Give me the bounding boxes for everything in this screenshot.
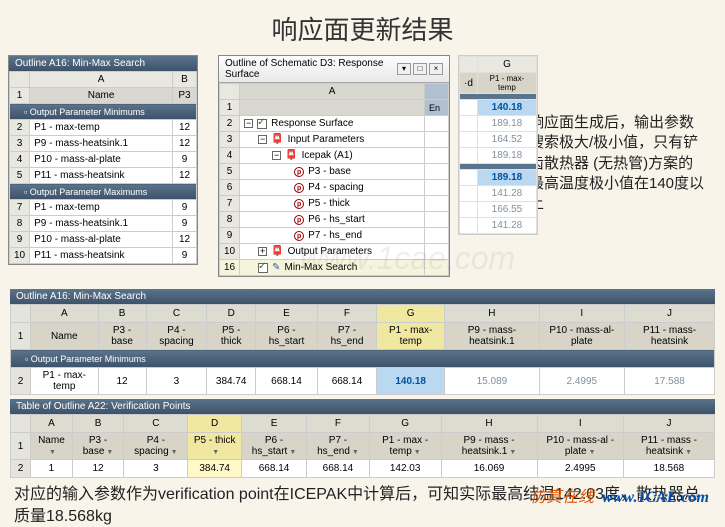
hdr-p1[interactable]: P1 - max-temp xyxy=(377,323,445,350)
row-p10-max[interactable]: P10 - mass-al-plate xyxy=(30,232,173,248)
tree-p3[interactable]: pP3 - base xyxy=(240,164,425,180)
vhdr-p7[interactable]: P7 - hs_end▼ xyxy=(307,433,370,460)
page-title: 响应面更新结果 xyxy=(0,0,725,55)
param-icon: p xyxy=(294,199,304,209)
dropdown-icon[interactable]: ▼ xyxy=(106,449,113,456)
tree-minmax-search[interactable]: ✎Min-Max Search xyxy=(240,260,425,276)
dropdown-icon[interactable]: ▼ xyxy=(414,449,421,456)
collapse-icon[interactable]: − xyxy=(244,119,253,128)
d3-col-a[interactable]: A xyxy=(240,84,425,100)
vhdr-p9[interactable]: P9 - mass -heatsink.1▼ xyxy=(441,433,537,460)
verification-row[interactable]: 21123384.74668.14668.14142.0316.0692.499… xyxy=(11,460,715,478)
wide-section-min[interactable]: ▫ Output Parameter Minimums xyxy=(11,350,715,368)
vhdr-p6[interactable]: P6 - hs_start▼ xyxy=(241,433,306,460)
hdr-p10[interactable]: P10 - mass-al-plate xyxy=(539,323,625,350)
explanation-text-top: 响应面生成后，输出参数搜索极大/极小值，只有铲齿散热器 (无热管)方案的最高温度… xyxy=(529,113,707,214)
checkbox-icon[interactable] xyxy=(258,263,268,273)
row-p1-max[interactable]: P1 - max-temp xyxy=(30,200,173,216)
param-icon: p xyxy=(294,183,304,193)
vhdr-p4[interactable]: P4 - spacing▼ xyxy=(124,433,188,460)
dropdown-icon[interactable]: ▼ xyxy=(49,449,56,456)
tree-input-params[interactable]: −📮Input Parameters xyxy=(240,132,425,148)
tree-response-surface[interactable]: −Response Surface xyxy=(240,116,425,132)
restore-button[interactable]: ▾ xyxy=(397,63,411,75)
row-p11-max[interactable]: P11 - mass-heatsink xyxy=(30,248,173,264)
vhdr-name[interactable]: Name▼ xyxy=(31,433,73,460)
watermark: 仿真在线 www.1CAE.com xyxy=(530,483,709,507)
d3-table: A 1En 2−Response Surface 3−📮Input Parame… xyxy=(219,83,449,276)
name-header[interactable]: Name xyxy=(30,88,173,104)
col-b[interactable]: B xyxy=(173,72,197,88)
row-p11-min[interactable]: P11 - mass-heatsink xyxy=(30,168,173,184)
logo-text: www.1CAE.com xyxy=(602,489,709,506)
g-val[interactable]: 164.52 xyxy=(477,132,536,148)
g-col-header[interactable]: G xyxy=(477,57,536,73)
expand-icon[interactable]: + xyxy=(258,247,267,256)
hdr-p11[interactable]: P11 - mass-heatsink xyxy=(625,323,715,350)
maximize-button[interactable]: □ xyxy=(413,63,427,75)
tree-output-params[interactable]: +📮Output Parameters xyxy=(240,244,425,260)
g-val[interactable]: 189.18 xyxy=(477,148,536,164)
tree-p7[interactable]: pP7 - hs_end xyxy=(240,228,425,244)
checkbox-icon[interactable] xyxy=(257,119,267,129)
d3-window-title: Outline of Schematic D3: Response Surfac… xyxy=(225,58,395,80)
dropdown-icon[interactable]: ▼ xyxy=(685,449,692,456)
hdr-p7[interactable]: P7 - hs_end xyxy=(317,323,376,350)
outline-a16-panel: Outline A16: Min-Max Search AB 1NameP3 ▫… xyxy=(8,55,198,265)
vhdr-p10[interactable]: P10 - mass-al -plate▼ xyxy=(537,433,623,460)
d3-col-en[interactable]: En xyxy=(425,100,449,116)
dropdown-icon[interactable]: ▼ xyxy=(589,449,596,456)
vhdr-p11[interactable]: P11 - mass -heatsink▼ xyxy=(623,433,714,460)
vhdr-p3[interactable]: P3 - base▼ xyxy=(72,433,123,460)
panel-a16-title: Outline A16: Min-Max Search xyxy=(9,56,197,71)
row-p10-min[interactable]: P10 - mass-al-plate xyxy=(30,152,173,168)
outline-d3-panel: Outline of Schematic D3: Response Surfac… xyxy=(218,55,450,277)
param-icon: p xyxy=(294,167,304,177)
col-a[interactable]: A xyxy=(30,72,173,88)
dropdown-icon[interactable]: ▼ xyxy=(352,449,359,456)
hdr-p3[interactable]: P3 - base xyxy=(98,323,146,350)
row-p9-max[interactable]: P9 - mass-heatsink.1 xyxy=(30,216,173,232)
hdr-p4[interactable]: P4 - spacing xyxy=(146,323,207,350)
section-minimums[interactable]: ▫ Output Parameter Minimums xyxy=(10,104,197,120)
verification-title: Table of Outline A22: Verification Point… xyxy=(10,399,715,414)
a16-table: AB 1NameP3 ▫ Output Parameter Minimums 2… xyxy=(9,71,197,264)
tree-p6[interactable]: pP6 - hs_start xyxy=(240,212,425,228)
wide-data-row[interactable]: 2P1 - max-temp123384.74668.14668.14140.1… xyxy=(11,368,715,395)
hdr-p9[interactable]: P9 - mass-heatsink.1 xyxy=(445,323,539,350)
dropdown-icon[interactable]: ▼ xyxy=(212,449,219,456)
vhdr-p5[interactable]: P5 - thick▼ xyxy=(188,433,241,460)
verification-table: ABCDEFGHIJ 1 Name▼ P3 - base▼ P4 - spaci… xyxy=(10,414,715,478)
dropdown-icon[interactable]: ▼ xyxy=(509,449,516,456)
g-val[interactable]: 141.28 xyxy=(477,186,536,202)
g-val-hl[interactable]: 140.18 xyxy=(477,100,536,116)
g-column-strip: G ·dP1 - max-temp 140.18 189.18 164.52 1… xyxy=(458,55,538,235)
dropdown-icon[interactable]: ▼ xyxy=(289,449,296,456)
tree-p4[interactable]: pP4 - spacing xyxy=(240,180,425,196)
tree-p5[interactable]: pP5 - thick xyxy=(240,196,425,212)
dropdown-icon[interactable]: ▼ xyxy=(171,449,178,456)
param-icon: p xyxy=(294,231,304,241)
hdr-p6[interactable]: P6 - hs_start xyxy=(256,323,318,350)
g-val-hl2[interactable]: 189.18 xyxy=(477,170,536,186)
hdr-p5[interactable]: P5 - thick xyxy=(207,323,256,350)
row-p9-min[interactable]: P9 - mass-heatsink.1 xyxy=(30,136,173,152)
hdr-name[interactable]: Name xyxy=(31,323,99,350)
p3-header[interactable]: P3 xyxy=(173,88,197,104)
collapse-icon[interactable]: − xyxy=(272,151,281,160)
vhdr-p1[interactable]: P1 - max -temp▼ xyxy=(369,433,441,460)
g-val[interactable]: 166.55 xyxy=(477,202,536,218)
tree-icepak[interactable]: −📮Icepak (A1) xyxy=(240,148,425,164)
param-icon: p xyxy=(294,215,304,225)
g-val[interactable]: 189.18 xyxy=(477,116,536,132)
g-val[interactable]: 141.28 xyxy=(477,218,536,234)
section-maximums[interactable]: ▫ Output Parameter Maximums xyxy=(10,184,197,200)
row-p1-min[interactable]: P1 - max-temp xyxy=(30,120,173,136)
g-p1-header[interactable]: P1 - max-temp xyxy=(477,73,536,94)
wide-a16-table: ABCDEFGHIJ 1NameP3 - baseP4 - spacingP5 … xyxy=(10,304,715,395)
wide-a16-title: Outline A16: Min-Max Search xyxy=(10,289,715,304)
collapse-icon[interactable]: − xyxy=(258,135,267,144)
close-button[interactable]: × xyxy=(429,63,443,75)
